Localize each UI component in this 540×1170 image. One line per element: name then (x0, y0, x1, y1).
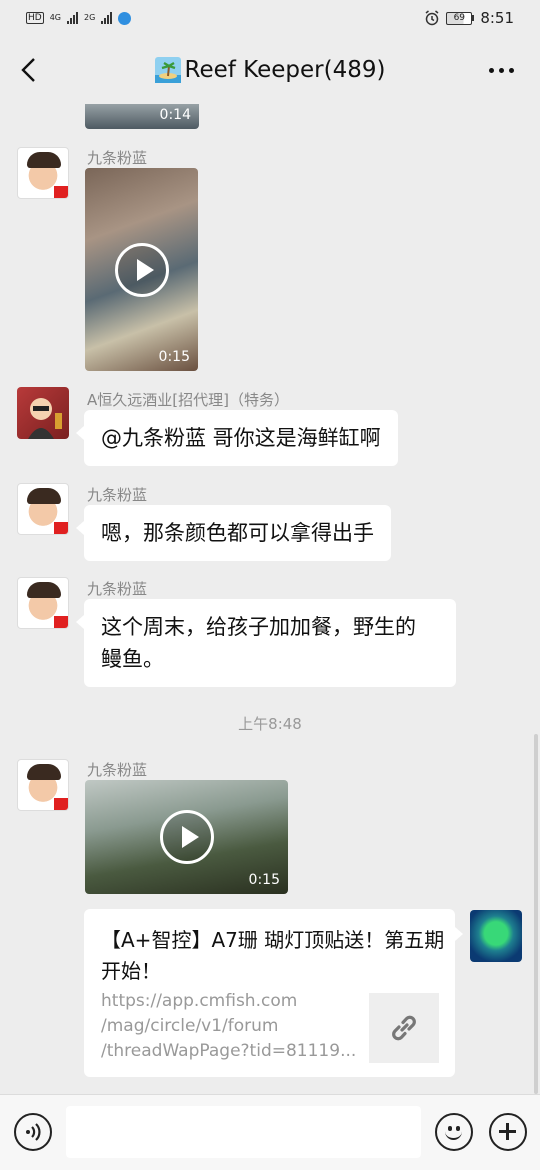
chevron-left-icon (21, 58, 35, 82)
status-right: 69 8:51 (424, 9, 514, 27)
avatar[interactable] (470, 910, 522, 962)
avatar[interactable] (17, 577, 69, 629)
dot-icon (498, 67, 504, 73)
avatar[interactable] (17, 759, 69, 811)
plus-button[interactable] (489, 1113, 527, 1151)
video-message[interactable]: 0:15 (85, 780, 288, 894)
sender-name: 九条粉蓝 (87, 486, 148, 504)
status-bar: HD 4G 2G 69 8:51 (0, 0, 540, 36)
avatar[interactable] (17, 483, 69, 535)
alarm-icon (425, 10, 439, 26)
avatar-cartoon-icon (28, 398, 62, 439)
sender-name: 九条粉蓝 (87, 761, 148, 779)
chat-header: Reef Keeper(489) (0, 36, 540, 104)
video-duration: 0:15 (248, 872, 280, 888)
link-card[interactable]: 【A+智控】A7珊 瑚灯顶贴送！第五期开始！ https://app.cmfis… (84, 909, 463, 1077)
dot-icon (488, 67, 494, 73)
battery-level: 69 (446, 11, 473, 25)
link-url-line: https://app.cmfish.com (101, 991, 298, 1011)
chat-title: Reef Keeper(489) (154, 57, 386, 83)
message-line: 鳗鱼。 (101, 647, 164, 671)
video-message[interactable]: 0:15 (85, 168, 198, 371)
status-left: HD 4G 2G (26, 11, 132, 25)
voice-icon (26, 1123, 41, 1141)
browser-icon (118, 11, 132, 25)
message-list[interactable]: 0:14 九条粉蓝 0:15 A恒久远酒业[招代理]（特务） @九条粉蓝 哥你这… (0, 104, 540, 1094)
sender-name: 九条粉蓝 (87, 580, 148, 598)
emoji-button[interactable] (435, 1113, 473, 1151)
message-bubble[interactable]: 这个周末，给孩子加加餐，野生的 鳗鱼。 (76, 599, 456, 687)
signal-icon-2 (101, 12, 113, 24)
avatar[interactable] (17, 147, 69, 199)
smile-icon (445, 1130, 462, 1140)
back-button[interactable] (14, 54, 42, 86)
link-icon (392, 1015, 416, 1041)
link-title: 【A+智控】A7珊 瑚灯顶贴送！第五期开始！ (101, 928, 445, 983)
link-url-line: /mag/circle/v1/forum (101, 1016, 279, 1036)
video-duration: 0:15 (158, 349, 190, 365)
avatar[interactable] (17, 387, 69, 439)
time-divider: 上午8:48 (238, 715, 302, 733)
input-bar (0, 1094, 540, 1170)
hd-badge: HD (26, 12, 44, 24)
scrollbar[interactable] (534, 734, 538, 1094)
message-input[interactable] (66, 1106, 421, 1158)
sender-name: 九条粉蓝 (87, 149, 148, 167)
clock: 8:51 (480, 9, 514, 27)
video-duration: 0:14 (159, 107, 191, 123)
island-icon (154, 57, 181, 83)
link-url-line: /threadWapPage?tid=81119... (101, 1041, 357, 1061)
network-type-1: 4G (49, 13, 61, 22)
voice-button[interactable] (14, 1113, 52, 1151)
network-type-2: 2G (84, 13, 96, 22)
chat-title-text: Reef Keeper(489) (184, 57, 386, 83)
dot-icon (508, 67, 514, 73)
sender-name: A恒久远酒业[招代理]（特务） (87, 391, 289, 409)
link-thumbnail (369, 993, 439, 1063)
signal-icon (67, 12, 78, 24)
play-icon[interactable] (159, 810, 214, 864)
link-url: https://app.cmfish.com /mag/circle/v1/fo… (101, 989, 359, 1064)
video-message[interactable]: 0:14 (85, 104, 199, 129)
message-bubble[interactable]: @九条粉蓝 哥你这是海鲜缸啊 (76, 410, 398, 466)
play-icon[interactable] (114, 242, 169, 297)
more-options-button[interactable] (484, 56, 518, 84)
battery-icon: 69 (446, 11, 475, 25)
message-line: 这个周末，给孩子加加餐，野生的 (101, 615, 416, 639)
message-bubble[interactable]: 嗯，那条颜色都可以拿得出手 (76, 505, 391, 561)
